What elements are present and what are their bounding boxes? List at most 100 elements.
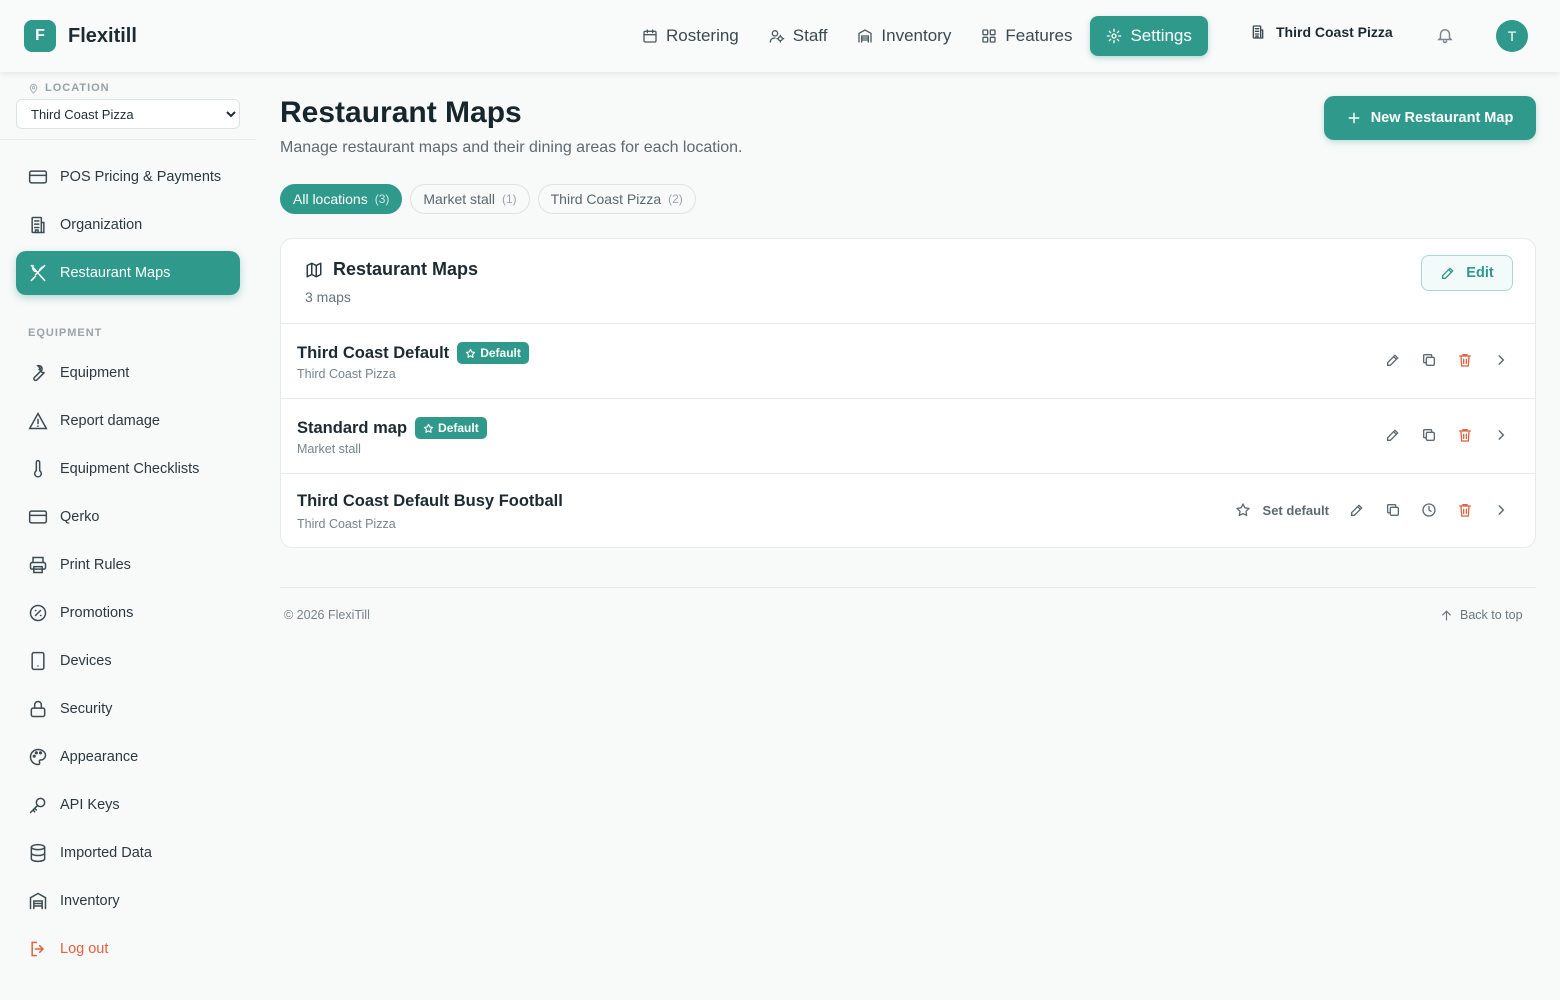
sidebar: LOCATION Third Coast Pizza POS Pricing &…: [0, 72, 256, 1000]
edit-map-icon[interactable]: [1379, 346, 1407, 374]
building-icon: [1250, 24, 1266, 40]
filter-market-stall[interactable]: Market stall (1): [410, 184, 530, 214]
sidebar-item-api-keys[interactable]: API Keys: [16, 783, 240, 827]
set-default-button[interactable]: Set default: [1235, 502, 1329, 518]
nav-label: Rostering: [666, 26, 739, 45]
filter-count: (2): [668, 192, 683, 206]
filter-label: Market stall: [423, 191, 495, 207]
map-location: Third Coast Pizza: [297, 517, 396, 531]
sidebar-item-label: API Keys: [60, 797, 120, 813]
back-to-top-link[interactable]: Back to top: [1440, 608, 1523, 622]
sidebar-item-label: Equipment Checklists: [60, 461, 200, 477]
sidebar-item-label: Imported Data: [60, 845, 152, 861]
map-name[interactable]: Standard map Default: [297, 417, 487, 439]
sidebar-item-label: Inventory: [60, 893, 120, 909]
building-icon: [28, 215, 48, 235]
filter-all-locations[interactable]: All locations (3): [280, 184, 403, 214]
avatar[interactable]: T: [1496, 20, 1528, 52]
sidebar-item-label: Qerko: [60, 509, 100, 525]
sidebar-item-organization[interactable]: Organization: [16, 203, 240, 247]
app-name: Flexitill: [68, 24, 137, 47]
logout-label: Log out: [60, 941, 109, 957]
users-icon: [769, 28, 785, 44]
nav-inventory[interactable]: Inventory: [845, 16, 963, 56]
chevron-right-icon[interactable]: [1487, 421, 1515, 449]
trash-icon[interactable]: [1451, 421, 1479, 449]
filter-label: Third Coast Pizza: [550, 191, 662, 207]
logout-icon: [28, 939, 48, 959]
sidebar-item-qerko[interactable]: Qerko: [16, 495, 240, 539]
edit-button[interactable]: Edit: [1421, 255, 1513, 291]
sidebar-item-label: Promotions: [60, 605, 134, 621]
duplicate-icon[interactable]: [1415, 421, 1443, 449]
percent-badge-icon: [28, 603, 48, 623]
filter-third-coast-pizza[interactable]: Third Coast Pizza (2): [537, 184, 696, 214]
sidebar-item-label: Restaurant Maps: [60, 265, 171, 281]
duplicate-icon[interactable]: [1379, 496, 1407, 524]
logout-button[interactable]: Log out: [16, 927, 240, 971]
new-restaurant-map-button[interactable]: New Restaurant Map: [1324, 96, 1536, 140]
sidebar-item-restaurant-maps[interactable]: Restaurant Maps: [16, 251, 240, 295]
location-label: LOCATION: [28, 82, 110, 94]
copyright: © 2026 FlexiTill: [284, 608, 370, 622]
map-name-text: Standard map: [297, 418, 408, 437]
filter-label: All locations: [293, 191, 368, 207]
sidebar-item-equipment-checklists[interactable]: Equipment Checklists: [16, 447, 240, 491]
map-name[interactable]: Third Coast Default Busy Football: [297, 492, 563, 511]
location-select[interactable]: Third Coast Pizza: [16, 99, 240, 129]
nav-staff[interactable]: Staff: [757, 16, 840, 56]
app-logo: F: [24, 20, 56, 52]
chevron-right-icon[interactable]: [1487, 346, 1515, 374]
palette-icon: [28, 747, 48, 767]
sidebar-item-print-rules[interactable]: Print Rules: [16, 543, 240, 587]
main-nav: Rostering Staff Inventory Features Setti…: [630, 16, 1214, 56]
location-switcher[interactable]: Third Coast Pizza: [1250, 24, 1393, 40]
sidebar-item-promotions[interactable]: Promotions: [16, 591, 240, 635]
location-name: Third Coast Pizza: [1276, 24, 1393, 40]
card-header: Restaurant Maps 3 maps Edit: [281, 239, 1535, 324]
map-name-text: Third Coast Default: [297, 343, 450, 362]
sidebar-item-report-damage[interactable]: Report damage: [16, 399, 240, 443]
nav-features[interactable]: Features: [969, 16, 1084, 56]
sidebar-item-devices[interactable]: Devices: [16, 639, 240, 683]
set-default-label: Set default: [1262, 502, 1329, 518]
nav-rostering[interactable]: Rostering: [630, 16, 751, 56]
duplicate-icon[interactable]: [1415, 346, 1443, 374]
database-icon: [28, 843, 48, 863]
sidebar-item-inventory[interactable]: Inventory: [16, 879, 240, 923]
sidebar-item-label: Report damage: [60, 413, 160, 429]
location-filters: All locations (3) Market stall (1) Third…: [280, 184, 704, 214]
sidebar-item-pos-pricing[interactable]: POS Pricing & Payments: [16, 155, 240, 199]
sidebar-item-imported-data[interactable]: Imported Data: [16, 831, 240, 875]
nav-label: Settings: [1130, 26, 1192, 45]
trash-icon[interactable]: [1451, 496, 1479, 524]
edit-label: Edit: [1466, 265, 1494, 281]
trash-icon[interactable]: [1451, 346, 1479, 374]
brand[interactable]: F Flexitill: [24, 20, 137, 52]
star-icon: [1235, 502, 1251, 518]
map-icon: [305, 261, 323, 279]
map-pin-icon: [28, 83, 39, 94]
sidebar-item-security[interactable]: Security: [16, 687, 240, 731]
nav-settings[interactable]: Settings: [1090, 16, 1208, 56]
map-count: 3 maps: [305, 289, 351, 305]
bell-icon[interactable]: [1436, 26, 1454, 44]
sidebar-item-appearance[interactable]: Appearance: [16, 735, 240, 779]
map-name[interactable]: Third Coast Default Default: [297, 342, 529, 364]
edit-map-icon[interactable]: [1343, 496, 1371, 524]
chevron-right-icon[interactable]: [1487, 496, 1515, 524]
card-title: Restaurant Maps: [305, 259, 478, 280]
card-title-text: Restaurant Maps: [333, 259, 479, 279]
sidebar-item-label: Organization: [60, 217, 143, 233]
credit-card-icon: [28, 507, 48, 527]
sidebar-item-equipment[interactable]: Equipment: [16, 351, 240, 395]
restaurant-maps-card: Restaurant Maps 3 maps Edit Third Coast …: [280, 238, 1536, 548]
page-title: Restaurant Maps: [280, 96, 522, 129]
nav-label: Staff: [792, 26, 828, 45]
map-location: Market stall: [297, 442, 361, 456]
row-actions: Set default: [1235, 496, 1515, 524]
thermometer-icon: [28, 459, 48, 479]
edit-map-icon[interactable]: [1379, 421, 1407, 449]
location-label-text: LOCATION: [45, 82, 110, 94]
clock-icon[interactable]: [1415, 496, 1443, 524]
